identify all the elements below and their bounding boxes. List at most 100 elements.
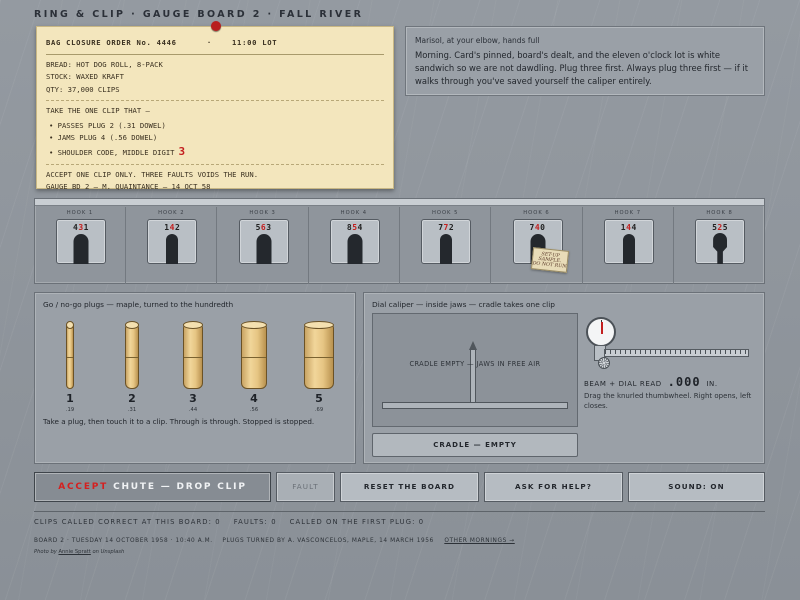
other-mornings-link[interactable]: OTHER MORNINGS → <box>444 538 514 544</box>
plugs-panel: Go / no-go plugs — maple, turned to the … <box>34 292 356 464</box>
plug-number: 3 <box>189 392 197 405</box>
hook-4[interactable]: HOOK 4 854 <box>309 207 400 284</box>
clip-slot <box>347 234 363 264</box>
plug-5[interactable] <box>304 321 334 389</box>
accept-chute-button[interactable]: ACCEPT CHUTE — DROP CLIP <box>34 472 271 502</box>
caliper-rail <box>382 402 568 409</box>
shoulder-code-digit: 3 <box>178 145 186 159</box>
readout-value: .000 <box>667 375 701 389</box>
app-title: RING & CLIP · GAUGE BOARD 2 · FALL RIVER <box>34 9 364 20</box>
accept-word: ACCEPT <box>58 482 109 492</box>
plug-number: 5 <box>315 392 323 405</box>
thumbwheel[interactable] <box>598 357 610 369</box>
caliper-title: Dial caliper — inside jaws — cradle take… <box>372 300 555 309</box>
clip-code: 772 <box>438 223 455 232</box>
plug-4[interactable] <box>241 321 267 389</box>
ask-help-button[interactable]: ASK FOR HELP? <box>484 472 623 502</box>
footer-text: BOARD 2 · TUESDAY 14 OCTOBER 1958 · 10:4… <box>34 538 434 544</box>
photo-credit: Photo by Annie Spratt on Unsplash <box>34 549 125 555</box>
plug-size: .31 <box>127 407 137 413</box>
hook-label: HOOK 1 <box>66 210 94 216</box>
hook-label: HOOK 6 <box>523 210 550 216</box>
plug-1[interactable] <box>66 321 74 389</box>
chat-message: Morning. Card's pinned, board's dealt, a… <box>415 50 749 86</box>
rule-item: • JAMS PLUG 4 (.56 DOWEL) <box>49 133 158 143</box>
plugs-title: Go / no-go plugs — maple, turned to the … <box>43 300 234 309</box>
order-number: BAG CLOSURE ORDER No. 4446 <box>46 38 177 47</box>
hook-3[interactable]: HOOK 3 563 <box>218 207 309 284</box>
clip[interactable]: 431 <box>56 219 106 264</box>
caliper-hint: Drag the knurled thumbwheel. Right opens… <box>584 392 752 410</box>
clip[interactable]: 142 <box>147 219 198 264</box>
chat-speaker: Marisol, at your elbow, hands full <box>415 36 540 45</box>
order-take: TAKE THE ONE CLIP THAT — <box>46 105 150 115</box>
order-separator: · <box>206 38 212 47</box>
clip[interactable]: 525 <box>695 219 746 264</box>
hook-label: HOOK 4 <box>340 210 368 216</box>
plug-size: .44 <box>188 407 198 413</box>
readout-label: BEAM + DIAL READ <box>584 380 662 388</box>
caliper-panel: Dial caliper — inside jaws — cradle take… <box>363 292 765 464</box>
clip-slot <box>622 234 635 264</box>
cradle-status-button[interactable]: CRADLE — EMPTY <box>372 433 578 457</box>
clip-code: 525 <box>712 223 729 232</box>
caliper-readout: BEAM + DIAL READ .000 IN. <box>584 375 718 389</box>
reset-board-button[interactable]: RESET THE BOARD <box>340 472 479 502</box>
clip-slot <box>73 234 89 264</box>
clip-slot <box>440 234 453 264</box>
plug-size: .19 <box>65 407 75 413</box>
clip[interactable]: 144 <box>603 219 654 264</box>
order-accept-note: ACCEPT ONE CLIP ONLY. THREE FAULTS VOIDS… <box>46 169 259 179</box>
order-qty: QTY: 37,000 CLIPS <box>46 84 120 94</box>
fault-button[interactable]: FAULT <box>276 472 335 502</box>
clip-code: 144 <box>620 223 637 232</box>
clip-code: 740 <box>529 223 546 232</box>
hook-8[interactable]: HOOK 8 525 <box>674 207 765 284</box>
plugs-hint: Take a plug, then touch it to a clip. Th… <box>43 417 315 426</box>
clip-slot <box>166 234 179 264</box>
hook-5[interactable]: HOOK 5 772 <box>400 207 492 284</box>
hook-label: HOOK 8 <box>706 210 733 216</box>
hook-label: HOOK 5 <box>431 210 459 216</box>
plug-3[interactable] <box>183 321 203 389</box>
score-line: CLIPS CALLED CORRECT AT THIS BOARD: 0 FA… <box>34 518 425 526</box>
hook-6[interactable]: HOOK 6 740 SET-UP SAMPLE. DO NOT RUN <box>492 207 583 284</box>
rule-item: • PASSES PLUG 2 (.31 DOWEL) <box>49 121 166 131</box>
cradle[interactable]: CRADLE EMPTY — JAWS IN FREE AIR <box>372 313 578 427</box>
plug-number: 1 <box>66 392 74 405</box>
plug-2[interactable] <box>125 321 139 389</box>
accept-rest: CHUTE — DROP CLIP <box>113 482 247 492</box>
plug-size: .56 <box>249 407 259 413</box>
cradle-label: CRADLE EMPTY — JAWS IN FREE AIR <box>409 360 541 368</box>
photo-author-link[interactable]: Annie Spratt <box>58 549 90 555</box>
plug-number: 2 <box>128 392 136 405</box>
clip-code: 142 <box>164 223 181 232</box>
sound-toggle-button[interactable]: SOUND: ON <box>628 472 765 502</box>
hook-label: HOOK 3 <box>249 210 276 216</box>
order-stock: STOCK: WAXED KRAFT <box>46 72 124 82</box>
caliper-beam <box>604 349 749 357</box>
plug-number: 4 <box>250 392 258 405</box>
plug-size: .69 <box>314 407 324 413</box>
clip[interactable]: 772 <box>421 219 472 264</box>
order-card: BAG CLOSURE ORDER No. 4446 · 11:00 LOT B… <box>36 26 394 191</box>
clip[interactable]: 854 <box>329 219 380 264</box>
clip-code: 563 <box>255 223 272 232</box>
setup-sample-tag: SET-UP SAMPLE. DO NOT RUN <box>530 247 569 273</box>
order-header: BAG CLOSURE ORDER No. 4446 · 11:00 LOT <box>46 37 384 49</box>
clip[interactable]: 563 <box>238 219 289 264</box>
hook-label: HOOK 2 <box>158 210 185 216</box>
hook-board: HOOK 1 431 HOOK 2 142 HOOK 3 563 HOOK 4 854 HOOK… <box>34 198 765 284</box>
order-bread: BREAD: HOT DOG ROLL, 8-PACK <box>46 60 163 70</box>
clip[interactable]: 740 SET-UP SAMPLE. DO NOT RUN <box>512 219 569 273</box>
hook-label: HOOK 7 <box>614 210 641 216</box>
rule-item: • SHOULDER CODE, MIDDLE DIGIT 3 <box>49 145 186 159</box>
clip-code: 854 <box>346 223 363 232</box>
caliper-jaw <box>470 349 476 403</box>
footer-line: BOARD 2 · TUESDAY 14 OCTOBER 1958 · 10:4… <box>34 538 515 544</box>
clip-slot <box>256 234 272 264</box>
chat-box: Marisol, at your elbow, hands full Morni… <box>405 26 765 96</box>
hook-2[interactable]: HOOK 2 142 <box>126 207 218 284</box>
hook-1[interactable]: HOOK 1 431 <box>35 207 126 284</box>
hook-7[interactable]: HOOK 7 144 <box>583 207 674 284</box>
